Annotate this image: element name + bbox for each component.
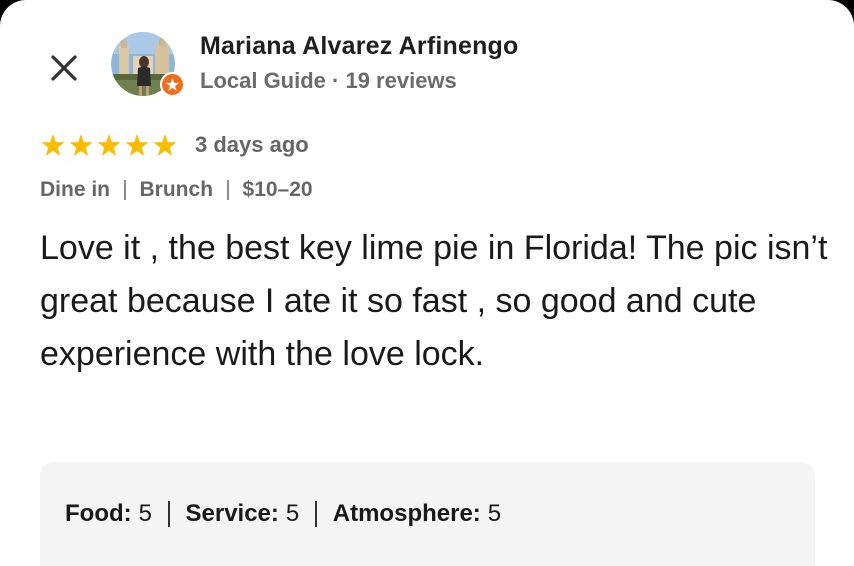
tag-divider <box>124 180 126 200</box>
sub-rating-divider <box>168 501 170 527</box>
food-rating-label: Food: <box>65 500 132 527</box>
service-rating-label: Service: <box>185 500 279 527</box>
food-rating-value: 5 <box>138 500 152 527</box>
star-rating <box>40 132 178 158</box>
reviewer-name[interactable]: Mariana Alvarez Arfinengo <box>200 32 519 61</box>
close-icon[interactable] <box>49 53 79 83</box>
tag-meal-type: Brunch <box>139 178 214 201</box>
tag-divider <box>227 180 229 200</box>
star-icon <box>153 133 177 156</box>
reviewer-avatar[interactable] <box>111 32 185 97</box>
local-guide-star-icon <box>165 77 180 91</box>
review-date: 3 days ago <box>195 132 309 157</box>
review-tags: Dine in Brunch $10–20 <box>40 178 313 202</box>
close-button[interactable] <box>42 46 86 90</box>
star-icon <box>69 133 93 156</box>
review-text: Love it , the best key lime pie in Flori… <box>40 229 828 373</box>
sub-ratings-panel: Food: 5 Service: 5 Atmosphere: 5 <box>40 462 815 566</box>
atmosphere-rating-value: 5 <box>487 500 502 527</box>
service-rating-value: 5 <box>285 500 300 527</box>
rating-row: 3 days ago <box>40 132 309 158</box>
star-icon <box>41 133 65 156</box>
tag-dining-mode: Dine in <box>40 178 111 201</box>
tag-price-range: $10–20 <box>242 178 313 201</box>
reviewer-meta[interactable]: Local Guide · 19 reviews <box>200 68 457 94</box>
review-card: Mariana Alvarez Arfinengo Local Guide · … <box>0 0 854 566</box>
sub-rating-divider <box>315 501 317 527</box>
atmosphere-rating-label: Atmosphere: <box>332 500 481 527</box>
local-guide-badge <box>160 72 185 97</box>
star-icon <box>125 133 149 156</box>
star-icon <box>97 133 121 156</box>
